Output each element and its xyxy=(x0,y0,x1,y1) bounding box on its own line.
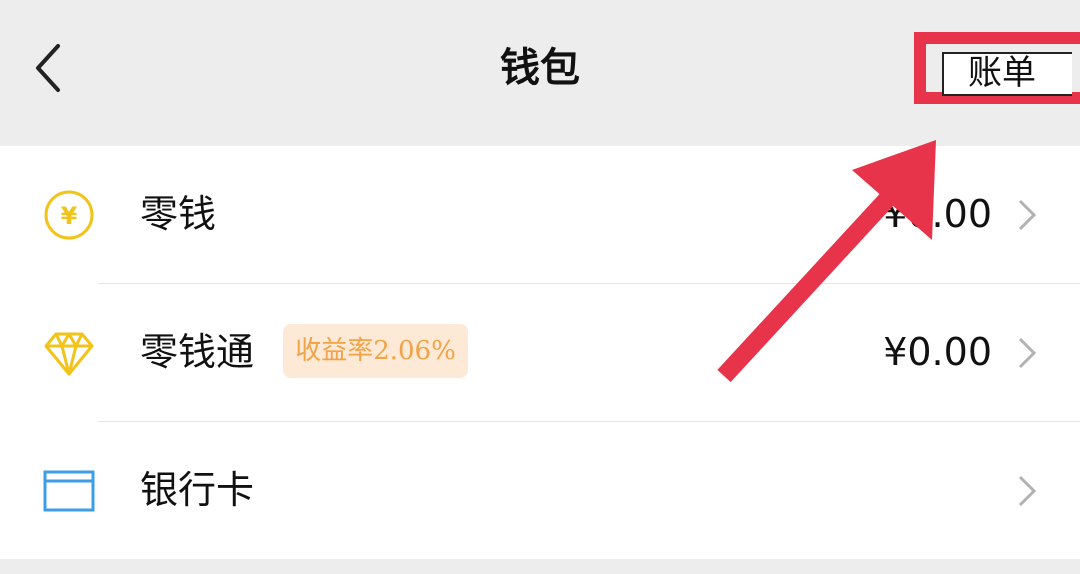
chevron-right-icon xyxy=(1018,337,1037,369)
list-item-bank-card[interactable]: 银行卡 xyxy=(0,422,1080,559)
diamond-icon xyxy=(44,332,94,376)
list-item-label: 零钱通 xyxy=(140,330,255,374)
bill-button[interactable]: 账单 xyxy=(942,52,1072,96)
yield-rate-badge: 收益率2.06% xyxy=(283,324,468,378)
list-item-label: 银行卡 xyxy=(140,468,255,512)
svg-text:¥: ¥ xyxy=(61,202,78,230)
annotation-arrow-icon xyxy=(717,140,936,383)
bank-card-icon xyxy=(43,470,95,512)
list-item-label: 零钱 xyxy=(140,192,217,236)
yuan-coin-icon: ¥ xyxy=(44,190,94,240)
bill-highlight-box: 账单 xyxy=(914,32,1080,104)
chevron-right-icon xyxy=(1018,199,1037,231)
chevron-right-icon xyxy=(1018,475,1037,507)
